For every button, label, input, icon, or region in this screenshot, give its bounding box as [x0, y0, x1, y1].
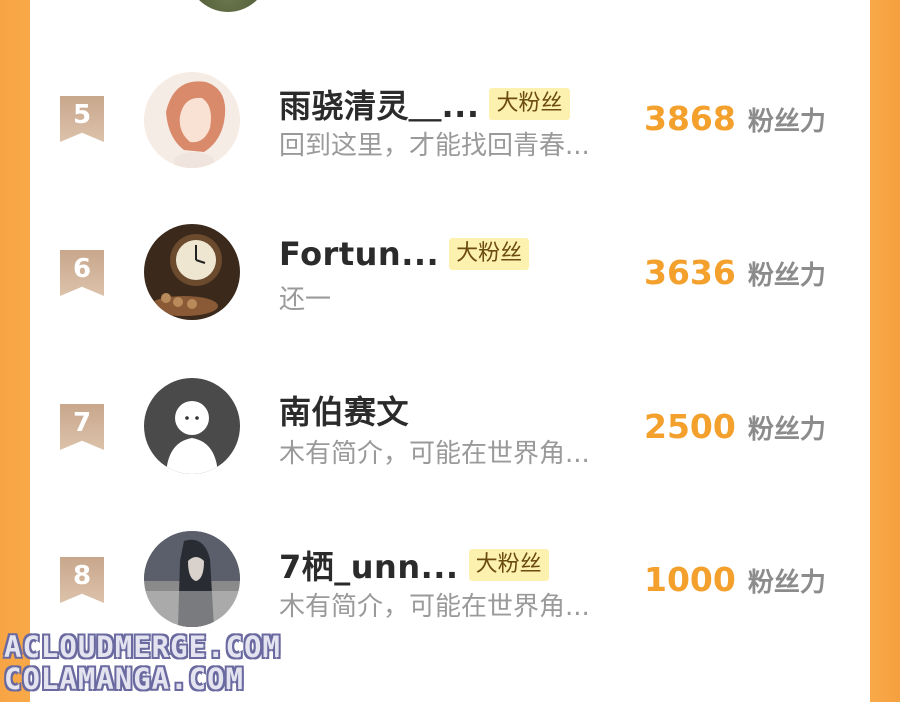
rank-ribbon-icon: 7: [60, 404, 104, 450]
avatar[interactable]: [185, 0, 271, 12]
user-name[interactable]: Fortun...: [279, 235, 439, 273]
ranking-row[interactable]: 7 南伯赛文 木有简介，可能在世界角... 2500 粉丝力: [30, 363, 870, 493]
user-bio: 木有简介，可能在世界角...: [279, 439, 590, 469]
ranking-row[interactable]: 5 雨骁清灵＿... 大粉丝 回到这里，才能找回青春... 3868 粉丝力: [30, 55, 870, 185]
watermark-line-1: ACLOUDMERGE.COM: [4, 630, 281, 664]
avatar[interactable]: [144, 72, 240, 168]
user-name[interactable]: 7栖_unn...: [279, 542, 459, 588]
user-name[interactable]: 雨骁清灵＿...: [279, 81, 479, 127]
fans-ranking-panel: 5 雨骁清灵＿... 大粉丝 回到这里，才能找回青春... 3868 粉丝力 6: [30, 0, 870, 702]
fan-power-unit: 粉丝力: [747, 261, 826, 291]
default-avatar-icon[interactable]: [144, 378, 240, 474]
fan-power-value: 1000: [644, 560, 736, 599]
rank-ribbon-icon: 5: [60, 96, 104, 142]
ranking-row[interactable]: 8 7栖_unn... 大粉丝 木有简介，可能在世界角... 1000 粉丝力: [30, 516, 870, 646]
ranking-row[interactable]: 6 Fortun... 大粉丝 还一 3636 粉丝力: [30, 209, 870, 339]
avatar[interactable]: [144, 224, 240, 320]
watermark-line-2: COLAMANGA.COM: [4, 662, 244, 696]
fan-power-unit: 粉丝力: [747, 415, 826, 445]
fan-power-unit: 粉丝力: [747, 107, 826, 137]
user-bio: 还一: [279, 285, 332, 315]
avatar[interactable]: [144, 531, 240, 627]
fan-power-unit: 粉丝力: [747, 568, 826, 598]
user-name[interactable]: 南伯赛文: [279, 387, 409, 433]
fan-level-badge: 大粉丝: [449, 238, 530, 270]
fan-power-value: 3636: [644, 253, 736, 292]
fan-power-value: 2500: [644, 407, 736, 446]
fan-level-badge: 大粉丝: [468, 549, 549, 581]
rank-ribbon-icon: 6: [60, 250, 104, 296]
fan-level-badge: 大粉丝: [489, 88, 570, 120]
user-bio: 木有简介，可能在世界角...: [279, 592, 590, 622]
fan-power-value: 3868: [644, 99, 736, 138]
rank-ribbon-icon: 8: [60, 557, 104, 603]
user-bio: 回到这里，才能找回青春...: [279, 131, 590, 161]
